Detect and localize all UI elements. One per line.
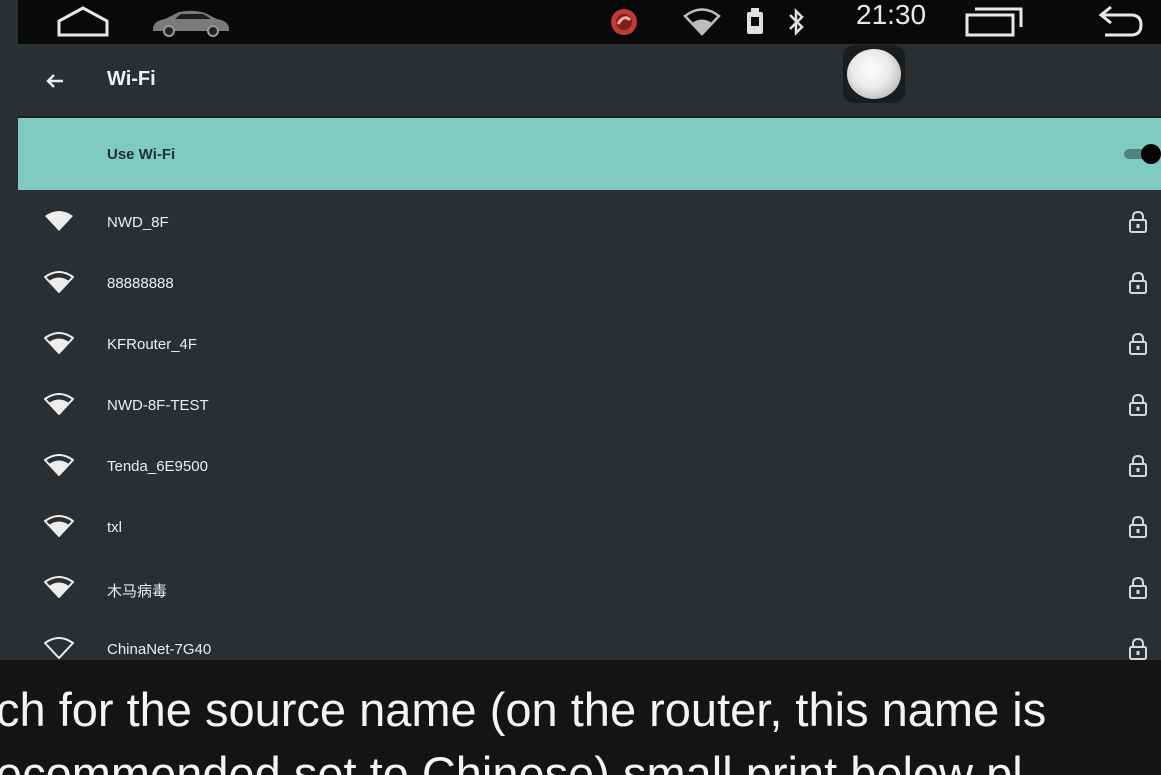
- network-row[interactable]: 88888888: [18, 251, 1161, 312]
- lock-icon: [1129, 576, 1147, 599]
- lock-icon: [1129, 393, 1147, 416]
- wifi-signal-icon: [680, 0, 724, 44]
- notification-icon: [606, 0, 642, 44]
- network-row[interactable]: ChinaNet-7G40: [18, 617, 1161, 660]
- network-ssid: NWD_8F: [107, 214, 169, 231]
- caption-line-2: ecommended set to Chinese) small print b…: [0, 747, 1023, 775]
- home-icon[interactable]: [54, 0, 112, 44]
- bluetooth-icon: [784, 0, 808, 44]
- network-ssid: 木马病毒: [107, 583, 168, 600]
- wifi-signal-icon: [44, 515, 74, 537]
- network-row[interactable]: NWD_8F: [18, 190, 1161, 251]
- network-row[interactable]: txl: [18, 495, 1161, 556]
- wifi-signal-icon: [44, 332, 74, 354]
- arrow-left-icon[interactable]: [40, 66, 70, 96]
- lock-icon: [1129, 454, 1147, 477]
- network-ssid: ChinaNet-7G40: [107, 641, 212, 658]
- wifi-signal-icon: [44, 637, 74, 659]
- wifi-signal-icon: [44, 454, 74, 476]
- assistive-touch-button[interactable]: [843, 45, 905, 103]
- recent-apps-icon[interactable]: [962, 0, 1028, 44]
- page-title: Wi-Fi: [107, 68, 156, 90]
- switch-thumb: [1141, 144, 1161, 164]
- network-row[interactable]: Tenda_6E9500: [18, 434, 1161, 495]
- status-bar: 21:30: [18, 0, 1161, 44]
- caption-overlay: ch for the source name (on the router, t…: [0, 660, 1161, 775]
- wifi-signal-icon: [45, 211, 73, 231]
- app-bar: Wi-Fi: [18, 44, 1161, 116]
- wifi-signal-icon: [44, 271, 74, 293]
- battery-icon: [742, 0, 768, 44]
- lock-icon: [1129, 515, 1147, 538]
- lock-icon: [1129, 271, 1147, 294]
- network-ssid: 88888888: [107, 275, 174, 292]
- network-list: NWD_8F 88888888 KFRouter_4F NWD-8F-TEST …: [18, 190, 1161, 660]
- device-bezel: [0, 0, 18, 660]
- assistive-touch-icon: [847, 49, 901, 99]
- wifi-toggle-switch[interactable]: [1116, 142, 1161, 166]
- lock-icon: [1129, 637, 1147, 660]
- network-ssid: KFRouter_4F: [107, 336, 198, 353]
- caption-line-1: ch for the source name (on the router, t…: [0, 683, 1047, 736]
- network-ssid: NWD-8F-TEST: [107, 397, 209, 414]
- use-wifi-label: Use Wi-Fi: [107, 146, 176, 163]
- car-icon[interactable]: [146, 0, 236, 44]
- wifi-signal-icon: [44, 576, 74, 598]
- wifi-signal-icon: [44, 393, 74, 415]
- use-wifi-row[interactable]: Use Wi-Fi: [18, 118, 1161, 190]
- clock: 21:30: [856, 0, 927, 30]
- back-icon[interactable]: [1084, 0, 1146, 44]
- network-ssid: txl: [107, 519, 122, 536]
- lock-icon: [1129, 210, 1147, 233]
- network-row[interactable]: KFRouter_4F: [18, 312, 1161, 373]
- lock-icon: [1129, 332, 1147, 355]
- network-row[interactable]: NWD-8F-TEST: [18, 373, 1161, 434]
- network-ssid: Tenda_6E9500: [107, 458, 208, 475]
- network-row[interactable]: 木马病毒: [18, 556, 1161, 617]
